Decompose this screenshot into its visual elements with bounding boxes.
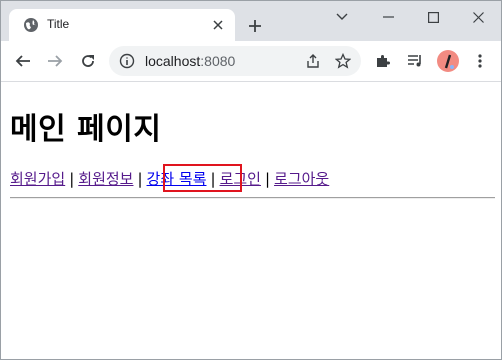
close-window-button[interactable] [455,1,501,33]
globe-icon [23,17,39,33]
page-title: 메인 페이지 [10,112,162,147]
browser-tab[interactable]: Title [9,9,235,41]
media-queue-icon[interactable] [403,49,427,73]
url-text: localhost:8080 [145,53,236,69]
minimize-button[interactable] [365,1,411,33]
site-info-icon[interactable] [119,53,135,73]
address-bar[interactable]: localhost:8080 [109,46,361,76]
share-icon[interactable] [305,53,321,73]
maximize-button[interactable] [410,1,456,33]
highlight-annotation-box [163,164,242,192]
reload-icon[interactable] [76,49,100,73]
title-bar: Title [1,1,501,41]
page-content: 메인 페이지 회원가입 | 회원정보 | 강좌 목록 | 로그인 | 로그아웃 [1,82,501,359]
nav-separator: | [69,170,75,188]
horizontal-rule [10,197,495,199]
tab-title: Title [47,17,70,31]
tab-search-chevron-icon[interactable] [319,1,365,33]
bookmark-star-icon[interactable] [334,52,352,73]
back-arrow-icon[interactable] [11,49,35,73]
nav-link-logout[interactable]: 로그아웃 [274,170,329,188]
nav-link-signup[interactable]: 회원가입 [10,170,65,188]
profile-avatar[interactable] [437,50,459,72]
new-tab-button[interactable] [243,14,267,38]
browser-window: Title localhost:8080 메인 페이지 회원가입 | 회원정보 … [0,0,502,360]
close-tab-icon[interactable] [211,18,225,32]
menu-kebab-icon[interactable] [468,49,492,73]
nav-separator: | [264,170,271,188]
browser-toolbar: localhost:8080 [1,41,501,82]
extensions-puzzle-icon[interactable] [371,49,395,73]
forward-arrow-icon[interactable] [43,49,67,73]
nav-link-member-info[interactable]: 회원정보 [78,170,133,188]
nav-separator: | [137,170,143,188]
